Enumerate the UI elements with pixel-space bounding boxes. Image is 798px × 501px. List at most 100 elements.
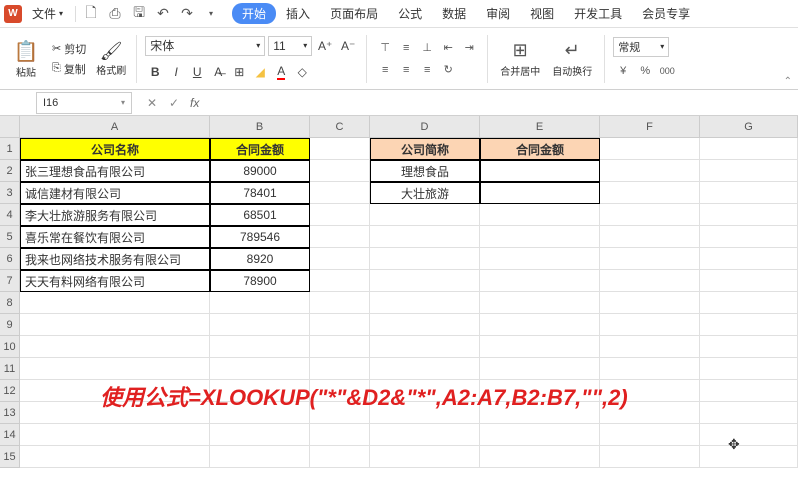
cell-B4[interactable]: 68501 <box>210 204 310 226</box>
fill-color-button[interactable]: ◢ <box>250 62 270 82</box>
cell-C10[interactable] <box>310 336 370 358</box>
file-menu[interactable]: 文件▾ <box>24 3 71 24</box>
cell-G10[interactable] <box>700 336 798 358</box>
cell-B1[interactable]: 合同金额 <box>210 138 310 160</box>
cell-F7[interactable] <box>600 270 700 292</box>
cell-A3[interactable]: 诚信建材有限公司 <box>20 182 210 204</box>
cell-G3[interactable] <box>700 182 798 204</box>
cell-E11[interactable] <box>480 358 600 380</box>
cell-E4[interactable] <box>480 204 600 226</box>
cell-E14[interactable] <box>480 424 600 446</box>
name-box[interactable]: I16▾ <box>36 92 132 114</box>
align-center-icon[interactable]: ≡ <box>396 60 416 80</box>
indent-decrease-icon[interactable]: ⇤ <box>438 38 458 58</box>
cell-A9[interactable] <box>20 314 210 336</box>
tab-member[interactable]: 会员专享 <box>632 1 700 26</box>
cell-C2[interactable] <box>310 160 370 182</box>
cell-E15[interactable] <box>480 446 600 468</box>
orientation-icon[interactable]: ↻ <box>438 60 458 80</box>
qat-new-icon[interactable]: 🗋 <box>80 3 102 25</box>
currency-button[interactable]: ¥ <box>613 61 633 81</box>
cell-E9[interactable] <box>480 314 600 336</box>
cell-C4[interactable] <box>310 204 370 226</box>
bold-button[interactable]: B <box>145 62 165 82</box>
cell-G11[interactable] <box>700 358 798 380</box>
cell-A5[interactable]: 喜乐常在餐饮有限公司 <box>20 226 210 248</box>
cell-E5[interactable] <box>480 226 600 248</box>
cell-F15[interactable] <box>600 446 700 468</box>
col-header-e[interactable]: E <box>480 116 600 138</box>
cell-F1[interactable] <box>600 138 700 160</box>
cell-C15[interactable] <box>310 446 370 468</box>
fx-icon[interactable]: fx <box>190 96 199 110</box>
cell-F8[interactable] <box>600 292 700 314</box>
font-name-select[interactable]: 宋体▾ <box>145 36 265 56</box>
cell-B2[interactable]: 89000 <box>210 160 310 182</box>
cell-F3[interactable] <box>600 182 700 204</box>
cell-C6[interactable] <box>310 248 370 270</box>
cell-E6[interactable] <box>480 248 600 270</box>
align-right-icon[interactable]: ≡ <box>417 60 437 80</box>
cell-G8[interactable] <box>700 292 798 314</box>
row-header-9[interactable]: 9 <box>0 314 20 336</box>
cell-D8[interactable] <box>370 292 480 314</box>
cell-B7[interactable]: 78900 <box>210 270 310 292</box>
cell-E7[interactable] <box>480 270 600 292</box>
cut-button[interactable]: ✂剪切 <box>48 40 90 58</box>
tab-view[interactable]: 视图 <box>520 1 564 26</box>
cell-D5[interactable] <box>370 226 480 248</box>
cell-A1[interactable]: 公司名称 <box>20 138 210 160</box>
cell-B15[interactable] <box>210 446 310 468</box>
cell-G12[interactable] <box>700 380 798 402</box>
cell-C9[interactable] <box>310 314 370 336</box>
cancel-icon[interactable]: ✕ <box>142 93 162 113</box>
cell-E10[interactable] <box>480 336 600 358</box>
cell-A4[interactable]: 李大壮旅游服务有限公司 <box>20 204 210 226</box>
font-color-button[interactable]: A <box>271 62 291 82</box>
cell-F5[interactable] <box>600 226 700 248</box>
cell-D3[interactable]: 大壮旅游 <box>370 182 480 204</box>
cell-G15[interactable] <box>700 446 798 468</box>
cell-D7[interactable] <box>370 270 480 292</box>
wrap-text-button[interactable]: ↵ 自动换行 <box>548 40 596 78</box>
row-header-5[interactable]: 5 <box>0 226 20 248</box>
cell-F4[interactable] <box>600 204 700 226</box>
cell-D11[interactable] <box>370 358 480 380</box>
cell-A14[interactable] <box>20 424 210 446</box>
cell-A10[interactable] <box>20 336 210 358</box>
cell-B8[interactable] <box>210 292 310 314</box>
col-header-g[interactable]: G <box>700 116 798 138</box>
collapse-ribbon-icon[interactable]: ⌃ <box>784 76 792 87</box>
cell-G7[interactable] <box>700 270 798 292</box>
row-header-2[interactable]: 2 <box>0 160 20 182</box>
cell-D10[interactable] <box>370 336 480 358</box>
col-header-c[interactable]: C <box>310 116 370 138</box>
cell-A11[interactable] <box>20 358 210 380</box>
cell-C1[interactable] <box>310 138 370 160</box>
cell-E8[interactable] <box>480 292 600 314</box>
font-size-select[interactable]: 11▾ <box>268 36 312 56</box>
row-header-15[interactable]: 15 <box>0 446 20 468</box>
cell-D1[interactable]: 公司简称 <box>370 138 480 160</box>
qat-undo-icon[interactable]: ↶ <box>152 3 174 25</box>
cell-C14[interactable] <box>310 424 370 446</box>
confirm-icon[interactable]: ✓ <box>164 93 184 113</box>
align-left-icon[interactable]: ≡ <box>375 60 395 80</box>
percent-button[interactable]: % <box>635 61 655 81</box>
row-header-14[interactable]: 14 <box>0 424 20 446</box>
cell-A2[interactable]: 张三理想食品有限公司 <box>20 160 210 182</box>
tab-start[interactable]: 开始 <box>232 3 276 24</box>
tab-data[interactable]: 数据 <box>432 1 476 26</box>
paste-button[interactable]: 📋 粘贴 <box>8 39 44 79</box>
cell-A7[interactable]: 天天有料网络有限公司 <box>20 270 210 292</box>
cell-G14[interactable] <box>700 424 798 446</box>
cell-G9[interactable] <box>700 314 798 336</box>
tab-review[interactable]: 审阅 <box>476 1 520 26</box>
cell-D15[interactable] <box>370 446 480 468</box>
indent-increase-icon[interactable]: ⇥ <box>459 38 479 58</box>
cell-F2[interactable] <box>600 160 700 182</box>
align-middle-icon[interactable]: ≡ <box>396 38 416 58</box>
cell-G13[interactable] <box>700 402 798 424</box>
cell-C3[interactable] <box>310 182 370 204</box>
cell-E1[interactable]: 合同金额 <box>480 138 600 160</box>
